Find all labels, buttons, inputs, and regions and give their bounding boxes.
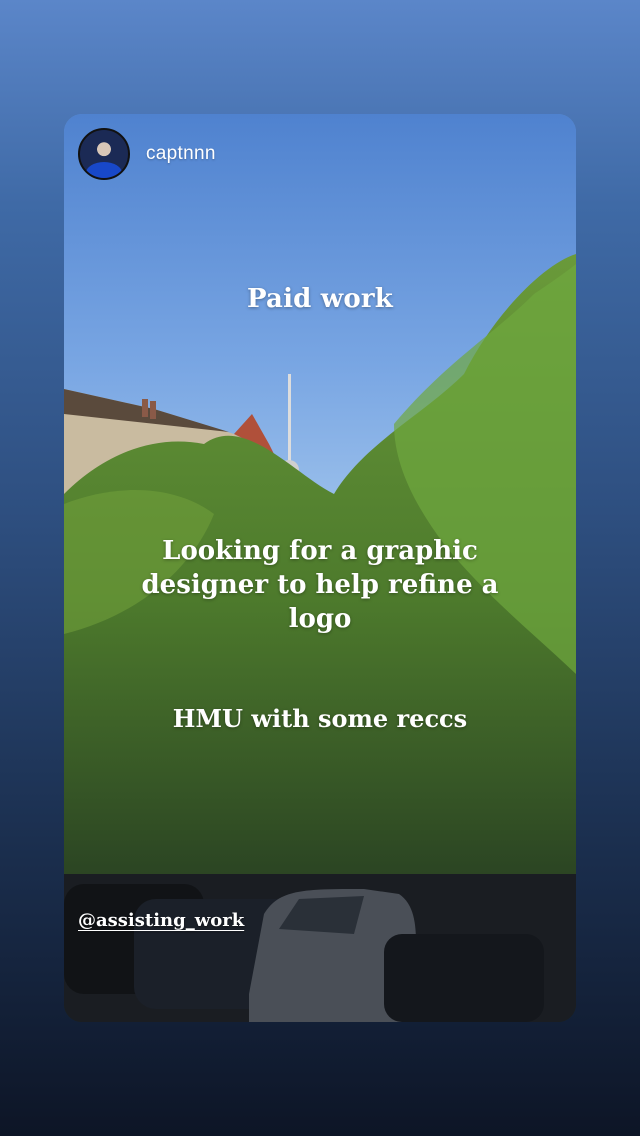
mention-link[interactable]: @assisting_work (78, 910, 244, 931)
story-header: captnnn (78, 128, 216, 180)
story-title: Paid work (246, 284, 394, 314)
story-cta-text: HMU with some reccs (172, 704, 468, 733)
username[interactable]: captnnn (146, 143, 216, 165)
story-card[interactable]: captnnn Paid work Looking for a graphic … (64, 114, 576, 1022)
profile-avatar[interactable] (78, 128, 130, 180)
story-body-text: Looking for a graphic designer to help r… (141, 536, 499, 634)
